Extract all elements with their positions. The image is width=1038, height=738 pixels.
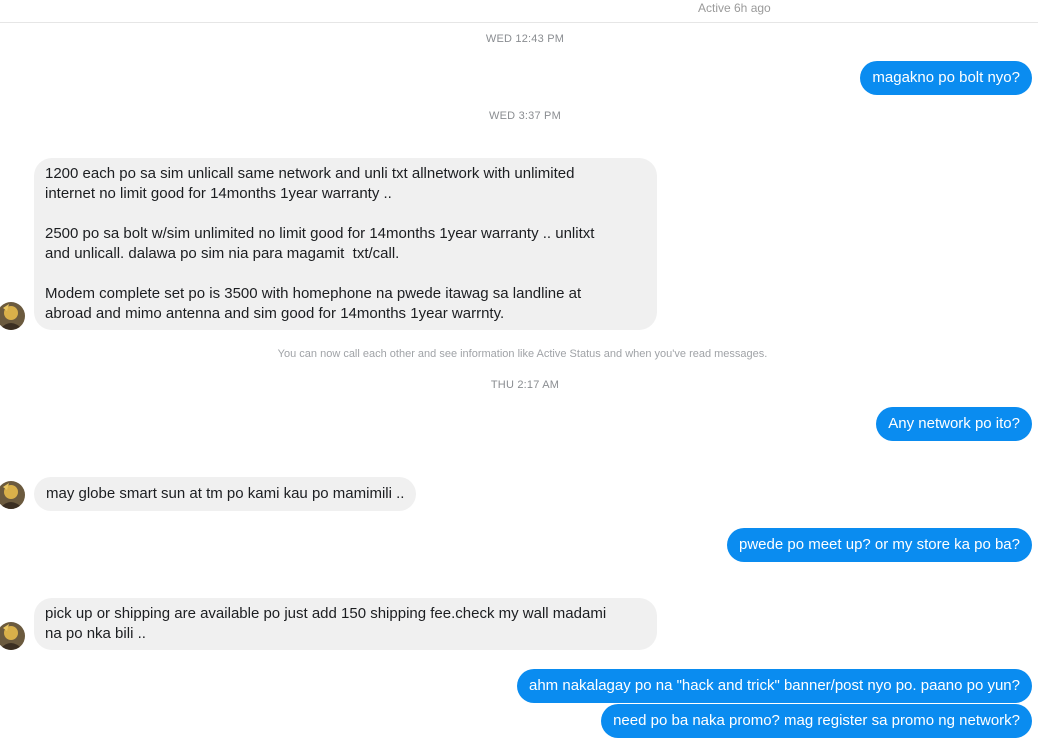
contact-avatar[interactable] bbox=[0, 481, 25, 509]
contact-avatar[interactable] bbox=[0, 622, 25, 650]
outgoing-message[interactable]: need po ba naka promo? mag register sa p… bbox=[601, 704, 1032, 738]
incoming-message[interactable]: 1200 each po sa sim unlicall same networ… bbox=[34, 158, 657, 330]
timestamp-divider: WED 12:43 PM bbox=[485, 33, 565, 45]
outgoing-message[interactable]: ahm nakalagay po na "hack and trick" ban… bbox=[517, 669, 1032, 703]
timestamp-divider: WED 3:37 PM bbox=[489, 110, 561, 122]
message-line: 2500 po sa bolt w/sim unlimited no limit… bbox=[45, 225, 595, 242]
message-line: 1200 each po sa sim unlicall same networ… bbox=[45, 165, 575, 182]
message-line: Modem complete set po is 3500 with homep… bbox=[45, 285, 582, 302]
active-status: Active 6h ago bbox=[698, 1, 771, 15]
outgoing-message[interactable]: Any network po ito? bbox=[876, 407, 1032, 441]
incoming-message[interactable]: pick up or shipping are available po jus… bbox=[34, 598, 657, 650]
message-line: internet no limit good for 14months 1yea… bbox=[45, 185, 392, 202]
message-line: and unlicall. dalawa po sim nia para mag… bbox=[45, 245, 400, 262]
timestamp-divider: THU 2:17 AM bbox=[490, 379, 560, 391]
conversation-header: Active 6h ago bbox=[0, 0, 1038, 23]
message-line: abroad and mimo antenna and sim good for… bbox=[45, 305, 505, 322]
system-notice: You can now call each other and see info… bbox=[277, 348, 768, 360]
outgoing-message[interactable]: pwede po meet up? or my store ka po ba? bbox=[726, 528, 1032, 562]
message-line: na po nka bili .. bbox=[45, 625, 146, 642]
outgoing-message[interactable]: magakno po bolt nyo? bbox=[860, 61, 1032, 95]
message-line: pick up or shipping are available po jus… bbox=[45, 605, 607, 622]
contact-avatar[interactable] bbox=[0, 302, 25, 330]
incoming-message[interactable]: may globe smart sun at tm po kami kau po… bbox=[34, 477, 417, 511]
